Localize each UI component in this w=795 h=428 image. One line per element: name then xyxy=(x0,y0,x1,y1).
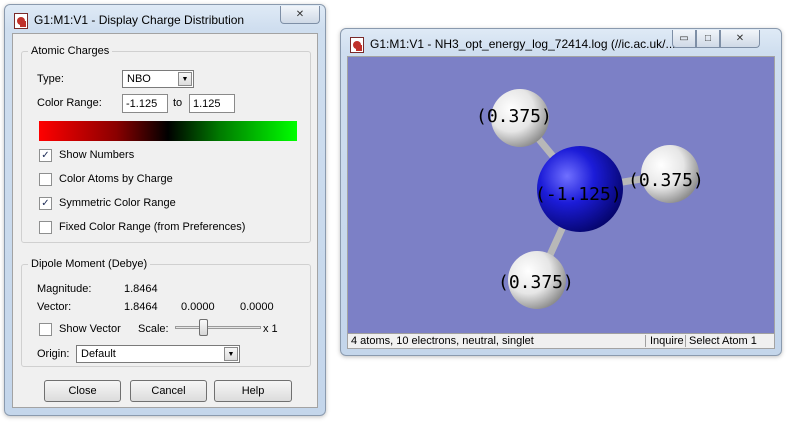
molecule-viewport[interactable]: (0.375) (-1.125) (0.375) (0.375) xyxy=(348,57,774,335)
chevron-down-icon[interactable]: ▼ xyxy=(178,72,192,86)
dipole-moment-group-label: Dipole Moment (Debye) xyxy=(28,258,151,270)
gaussview-app-icon xyxy=(14,13,28,29)
magnitude-label: Magnitude: xyxy=(37,283,92,295)
symmetric-color-range-label[interactable]: Symmetric Color Range xyxy=(59,197,176,209)
scale-label: Scale: xyxy=(138,323,169,335)
maximize-icon: □ xyxy=(704,33,712,44)
color-range-max-input[interactable]: 1.125 xyxy=(189,94,235,113)
vector-z-value: 0.0000 xyxy=(240,301,274,313)
show-vector-label[interactable]: Show Vector xyxy=(59,323,121,335)
maximize-button[interactable]: □ xyxy=(696,30,720,48)
atom-h3-charge-label: (0.375) xyxy=(498,272,574,293)
symmetric-color-range-checkbox[interactable]: ✓ xyxy=(39,197,52,210)
status-molecule-info: 4 atoms, 10 electrons, neutral, singlet xyxy=(351,335,534,347)
charge-distribution-dialog: G1:M1:V1 - Display Charge Distribution ✕… xyxy=(4,4,326,416)
atom-h1-charge-label: (0.375) xyxy=(476,106,552,127)
close-button[interactable]: Close xyxy=(44,380,121,402)
vector-y-value: 0.0000 xyxy=(181,301,215,313)
status-action: Select Atom 1 xyxy=(689,335,757,347)
color-range-max-value: 1.125 xyxy=(193,98,221,110)
type-select[interactable]: NBO ▼ xyxy=(122,70,194,88)
dialog-title: G1:M1:V1 - Display Charge Distribution xyxy=(34,13,245,27)
atom-h2-charge-label: (0.375) xyxy=(628,170,704,191)
scale-slider-track[interactable] xyxy=(175,326,261,329)
status-separator xyxy=(645,335,646,347)
origin-select[interactable]: Default ▼ xyxy=(76,345,240,363)
magnitude-value: 1.8464 xyxy=(124,283,158,295)
show-numbers-checkbox[interactable]: ✓ xyxy=(39,149,52,162)
status-mode[interactable]: Inquire xyxy=(650,335,684,347)
atomic-charges-group-label: Atomic Charges xyxy=(28,45,113,57)
type-label: Type: xyxy=(37,73,64,85)
status-separator xyxy=(685,335,686,347)
close-icon: ✕ xyxy=(735,33,745,44)
show-vector-checkbox[interactable] xyxy=(39,323,52,336)
close-icon: ✕ xyxy=(295,9,305,20)
dialog-client-area: Atomic Charges Type: NBO ▼ Color Range: … xyxy=(12,33,318,408)
color-range-min-input[interactable]: -1.125 xyxy=(122,94,168,113)
minimize-icon: ▭ xyxy=(679,33,689,44)
dialog-titlebar[interactable]: G1:M1:V1 - Display Charge Distribution ✕ xyxy=(5,5,325,33)
viewer-client-area: (0.375) (-1.125) (0.375) (0.375) 4 atoms… xyxy=(347,56,775,349)
color-range-gradient-bar xyxy=(39,121,297,141)
fixed-color-range-checkbox[interactable] xyxy=(39,221,52,234)
origin-label: Origin: xyxy=(37,348,70,360)
help-button-label: Help xyxy=(241,385,265,397)
scale-slider-handle[interactable] xyxy=(199,319,208,336)
cancel-button[interactable]: Cancel xyxy=(130,380,207,402)
color-range-min-value: -1.125 xyxy=(126,98,158,110)
color-range-to-label: to xyxy=(173,97,183,109)
viewer-titlebar[interactable]: G1:M1:V1 - NH3_opt_energy_log_72414.log … xyxy=(341,29,781,57)
close-button-label: Close xyxy=(68,385,97,397)
chevron-down-icon[interactable]: ▼ xyxy=(224,347,238,361)
color-range-label: Color Range: xyxy=(37,97,102,109)
help-button[interactable]: Help xyxy=(214,380,292,402)
type-select-value: NBO xyxy=(127,73,151,85)
viewer-close-button[interactable]: ✕ xyxy=(720,30,760,48)
color-atoms-by-charge-checkbox[interactable] xyxy=(39,173,52,186)
molecule-viewer-window: G1:M1:V1 - NH3_opt_energy_log_72414.log … xyxy=(340,28,782,356)
molecule-canvas[interactable]: (0.375) (-1.125) (0.375) (0.375) xyxy=(348,57,776,335)
color-atoms-by-charge-label[interactable]: Color Atoms by Charge xyxy=(59,173,173,185)
cancel-button-label: Cancel xyxy=(151,385,186,397)
atom-n-charge-label: (-1.125) xyxy=(535,184,622,205)
vector-label: Vector: xyxy=(37,301,72,313)
gaussview-app-icon xyxy=(350,37,364,53)
vector-x-value: 1.8464 xyxy=(124,301,158,313)
minimize-button[interactable]: ▭ xyxy=(672,30,696,48)
show-numbers-label[interactable]: Show Numbers xyxy=(59,149,134,161)
dialog-close-button[interactable]: ✕ xyxy=(280,6,320,24)
viewer-status-bar: 4 atoms, 10 electrons, neutral, singlet … xyxy=(348,333,774,348)
fixed-color-range-label[interactable]: Fixed Color Range (from Preferences) xyxy=(59,221,245,233)
viewer-title: G1:M1:V1 - NH3_opt_energy_log_72414.log … xyxy=(370,37,676,51)
scale-value-label: x 1 xyxy=(263,323,278,335)
origin-select-value: Default xyxy=(81,348,116,360)
